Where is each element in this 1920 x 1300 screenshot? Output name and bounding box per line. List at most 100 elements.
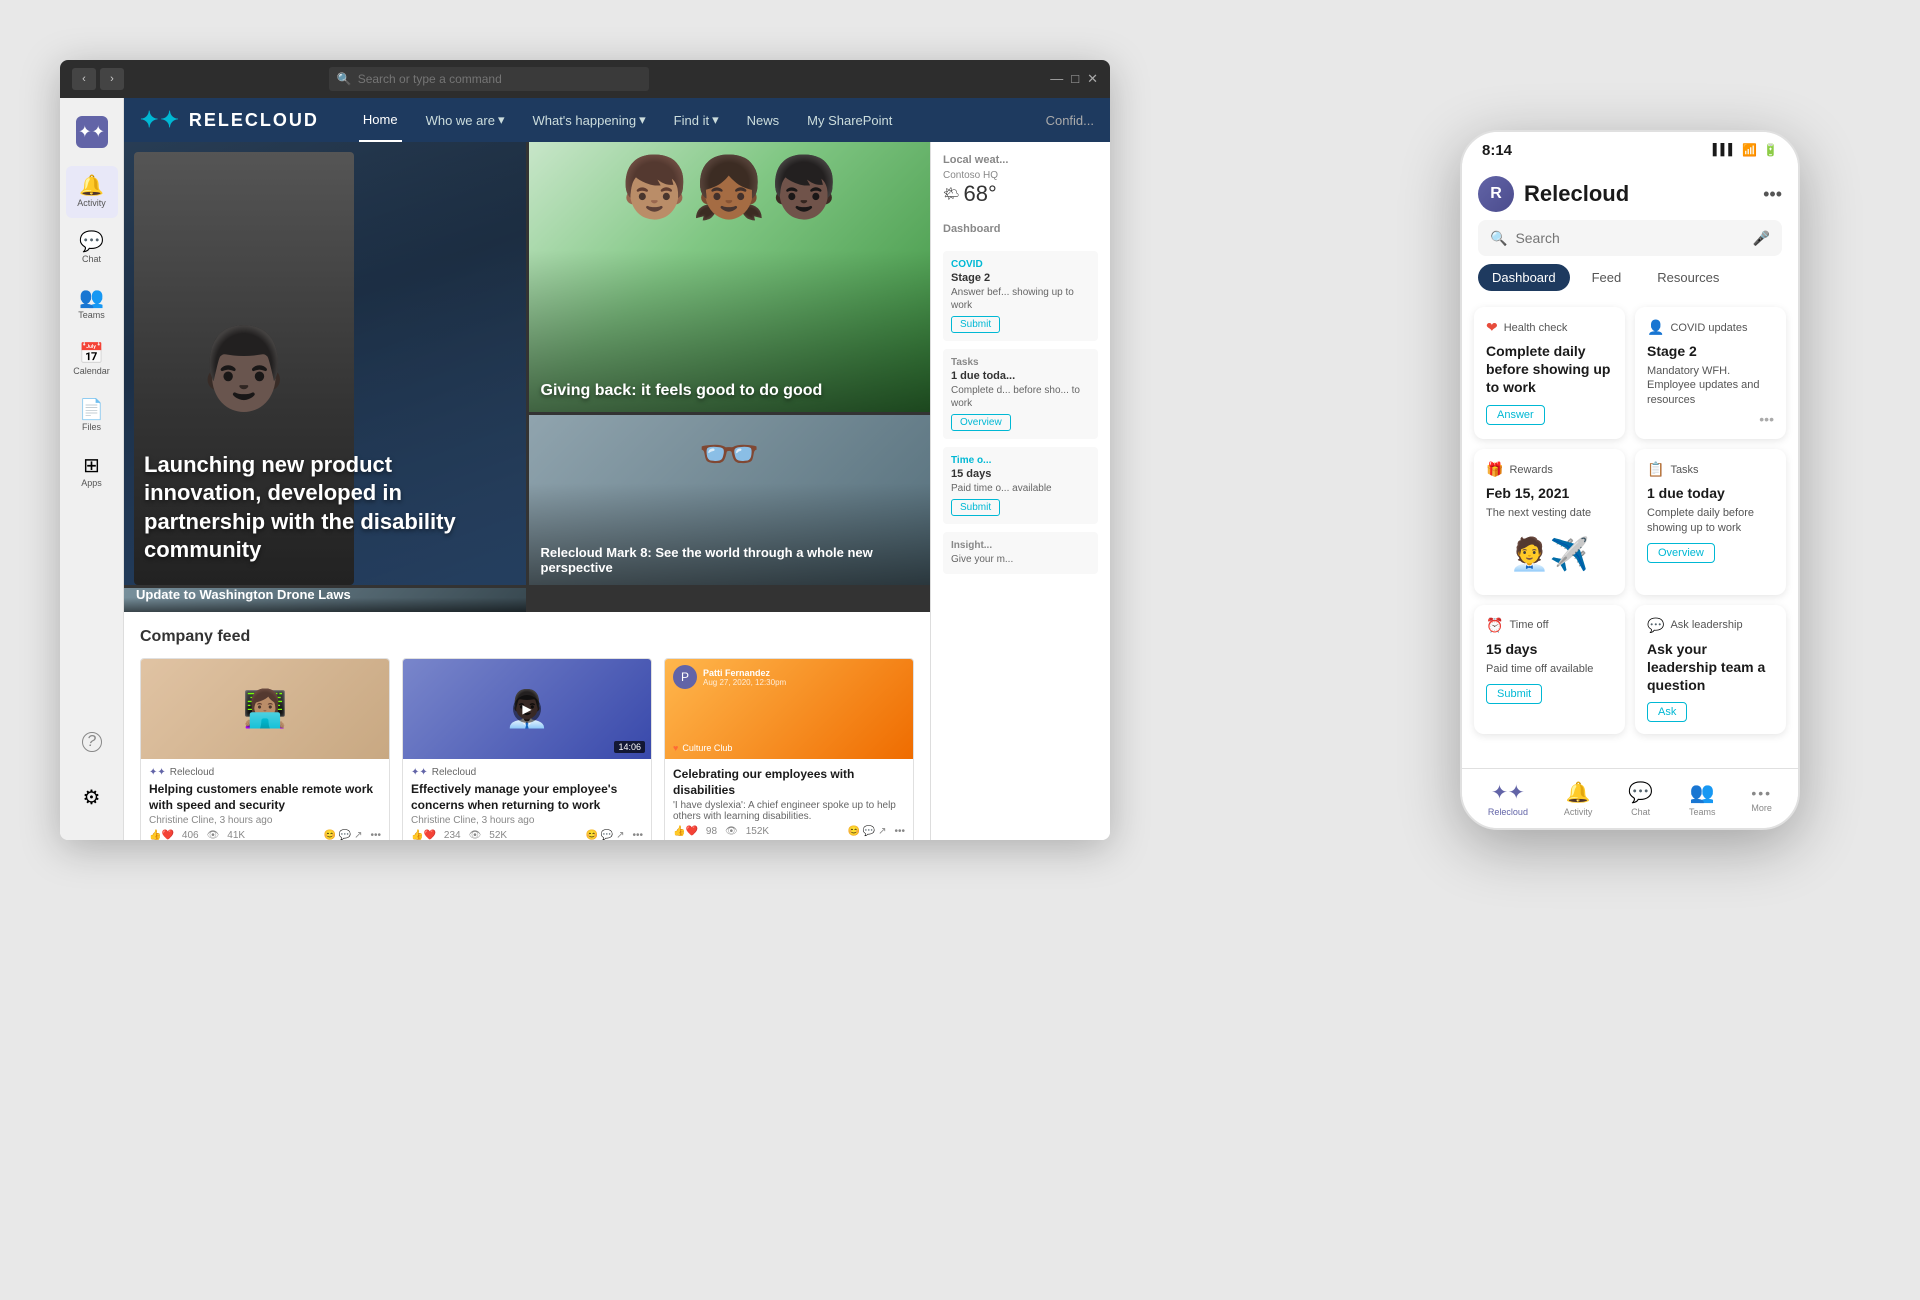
covid-updates-card[interactable]: 👤 COVID updates Stage 2 Mandatory WFH. E… — [1635, 307, 1786, 439]
maximize-button[interactable]: □ — [1071, 71, 1079, 87]
titlebar-search-input[interactable] — [358, 72, 641, 86]
mobile-search-box[interactable]: 🔍 🎤 — [1478, 220, 1782, 256]
feed-card-footer-2: 👍❤️ 98 👁 152K 😊 💬 ↗ ••• — [673, 826, 905, 837]
play-icon-1[interactable]: ▶ — [513, 695, 541, 723]
comment-icon-0[interactable]: 😊 💬 ↗ — [324, 830, 363, 840]
tasks-mobile-title: Tasks — [1670, 464, 1698, 476]
hero-main-article[interactable]: 📋 👨🏿 Launching new product innovation, d… — [124, 142, 526, 585]
ask-leadership-card[interactable]: 💬 Ask leadership Ask your leadership tea… — [1635, 605, 1786, 735]
time-off-mobile-card[interactable]: ⏰ Time off 15 days Paid time off availab… — [1474, 605, 1625, 735]
mob-nav-activity-label: Activity — [1564, 807, 1593, 817]
battery-icon: 🔋 — [1763, 143, 1778, 157]
nav-link-my-sharepoint[interactable]: My SharePoint — [803, 98, 896, 142]
activity-icon: 🔔 — [79, 176, 104, 196]
view-icon-0: 👁 — [207, 830, 220, 840]
titlebar-search-box[interactable]: 🔍 — [329, 67, 649, 91]
mob-nav-chat-icon: 💬 — [1628, 780, 1653, 805]
nav-link-news[interactable]: News — [743, 98, 784, 142]
minimize-button[interactable]: — — [1050, 71, 1063, 87]
sidebar-item-settings[interactable]: ⚙ — [66, 772, 118, 824]
feed-card-body-0: ✦✦ Relecloud Helping customers enable re… — [141, 759, 389, 840]
nav-link-find-it[interactable]: Find it ▾ — [670, 98, 723, 142]
sp-logo-text: RELECLOUD — [189, 110, 319, 131]
covid-card[interactable]: COVID Stage 2 Answer bef... showing up t… — [943, 251, 1098, 341]
forward-button[interactable]: › — [100, 68, 124, 90]
insight-card[interactable]: Insight... Give your m... — [943, 532, 1098, 574]
more-options-0[interactable]: ••• — [370, 830, 381, 840]
sidebar-item-activity[interactable]: 🔔 Activity — [66, 166, 118, 218]
mobile-app: 8:14 ▌▌▌ 📶 🔋 R Relecloud ••• 🔍 🎤 Dashboa… — [1460, 130, 1800, 830]
hero-top-right-article[interactable]: 👦🏽👧🏾👦🏿 Giving back: it feels good to do … — [529, 142, 931, 412]
reactions-2[interactable]: 😊 💬 ↗ — [848, 826, 887, 837]
insight-badge: Insight... — [951, 540, 1090, 551]
ask-leadership-btn[interactable]: Ask — [1647, 702, 1687, 722]
nav-link-home[interactable]: Home — [359, 98, 402, 142]
sidebar-item-calendar[interactable]: 📅 Calendar — [66, 334, 118, 386]
microphone-icon[interactable]: 🎤 — [1753, 230, 1770, 247]
sidebar-item-teams[interactable]: 👥 Teams — [66, 278, 118, 330]
mob-nav-chat-label: Chat — [1631, 807, 1650, 817]
insight-text: Give your m... — [951, 553, 1090, 566]
mob-nav-more-label: More — [1751, 803, 1772, 813]
nav-link-who-we-are[interactable]: Who we are ▾ — [422, 98, 509, 142]
tasks-mobile-text: Complete daily before showing up to work — [1647, 506, 1774, 535]
mob-nav-teams-icon: 👥 — [1690, 780, 1715, 805]
tasks-card[interactable]: Tasks 1 due toda... Complete d... before… — [943, 349, 1098, 439]
time-off-badge: Time o... — [951, 455, 1090, 466]
sidebar-item-apps[interactable]: ⊞ Apps — [66, 446, 118, 498]
tab-resources[interactable]: Resources — [1643, 264, 1733, 291]
covid-badge: COVID — [951, 259, 1090, 270]
mob-nav-chat[interactable]: 💬 Chat — [1620, 776, 1661, 821]
tab-feed[interactable]: Feed — [1578, 264, 1636, 291]
feed-card-0[interactable]: 👩🏽‍💻 ✦✦ Relecloud Helping customers enab… — [140, 658, 390, 840]
mob-nav-activity[interactable]: 🔔 Activity — [1556, 776, 1601, 821]
time-off-card[interactable]: Time o... 15 days Paid time o... availab… — [943, 447, 1098, 524]
mobile-app-title: Relecloud — [1524, 181, 1629, 207]
mob-nav-more[interactable]: ••• More — [1743, 781, 1780, 817]
weather-box: Contoso HQ 🌤 68° — [943, 170, 1098, 207]
covid-updates-heading: Stage 2 — [1647, 342, 1774, 360]
feed-card-2[interactable]: P Patti Fernandez Aug 27, 2020, 12:30pm — [664, 658, 914, 840]
health-check-answer-btn[interactable]: Answer — [1486, 405, 1545, 425]
covid-updates-text: Mandatory WFH. Employee updates and reso… — [1647, 364, 1774, 407]
hero-bottom-right-article[interactable]: 🚁 Update to Washington Drone Laws — [124, 588, 526, 612]
tab-dashboard[interactable]: Dashboard — [1478, 264, 1570, 291]
mobile-search-input[interactable] — [1515, 230, 1744, 246]
mobile-avatar[interactable]: R — [1478, 176, 1514, 212]
tasks-overview-btn[interactable]: Overview — [951, 414, 1011, 431]
sidebar-item-help[interactable]: ? — [66, 716, 118, 768]
close-button[interactable]: ✕ — [1087, 71, 1098, 87]
tasks-overview-mobile-btn[interactable]: Overview — [1647, 543, 1715, 563]
mobile-more-button[interactable]: ••• — [1763, 184, 1782, 205]
hero-bottom-mid-article[interactable]: 👓 Relecloud Mark 8: See the world throug… — [529, 415, 931, 585]
feed-card-1[interactable]: 👨🏿‍💼 ▶ 14:06 ✦✦ Relecloud Effec — [402, 658, 652, 840]
ask-leadership-title: Ask leadership — [1670, 619, 1742, 631]
more-options-1[interactable]: ••• — [632, 830, 643, 840]
reactions-1[interactable]: 😊 💬 ↗ — [586, 830, 625, 840]
nav-link-whats-happening[interactable]: What's happening ▾ — [528, 98, 649, 142]
time-off-submit-mobile-btn[interactable]: Submit — [1486, 684, 1542, 704]
covid-submit-btn[interactable]: Submit — [951, 316, 1000, 333]
back-button[interactable]: ‹ — [72, 68, 96, 90]
rewards-heading: Feb 15, 2021 — [1486, 484, 1613, 502]
feed-card-image-0: 👩🏽‍💻 — [141, 659, 389, 759]
tasks-mobile-card[interactable]: 📋 Tasks 1 due today Complete daily befor… — [1635, 449, 1786, 594]
sidebar-label-files: Files — [82, 422, 101, 432]
more-options-2[interactable]: ••• — [894, 826, 905, 837]
sidebar-item-chat[interactable]: 💬 Chat — [66, 222, 118, 274]
mob-nav-relecloud[interactable]: ✦✦ Relecloud — [1480, 776, 1536, 821]
sp-logo: ✦✦ RELECLOUD — [140, 107, 319, 133]
rewards-card[interactable]: 🎁 Rewards Feb 15, 2021 The next vesting … — [1474, 449, 1625, 594]
feed-card-title-2: Celebrating our employees with disabilit… — [673, 767, 905, 798]
sidebar-label-apps: Apps — [81, 478, 102, 488]
covid-more-icon[interactable]: ••• — [1759, 411, 1774, 427]
mob-nav-activity-icon: 🔔 — [1566, 780, 1591, 805]
time-off-submit-btn[interactable]: Submit — [951, 499, 1000, 516]
ask-leadership-header: 💬 Ask leadership — [1647, 617, 1774, 634]
health-check-card[interactable]: ❤ Health check Complete daily before sho… — [1474, 307, 1625, 439]
dashboard-label: Dashboard — [943, 223, 1098, 235]
sidebar-item-files[interactable]: 📄 Files — [66, 390, 118, 442]
feed-card-author-1: Christine Cline, 3 hours ago — [411, 815, 643, 826]
mob-nav-teams[interactable]: 👥 Teams — [1681, 776, 1724, 821]
time-off-days: 15 days — [951, 468, 1090, 480]
